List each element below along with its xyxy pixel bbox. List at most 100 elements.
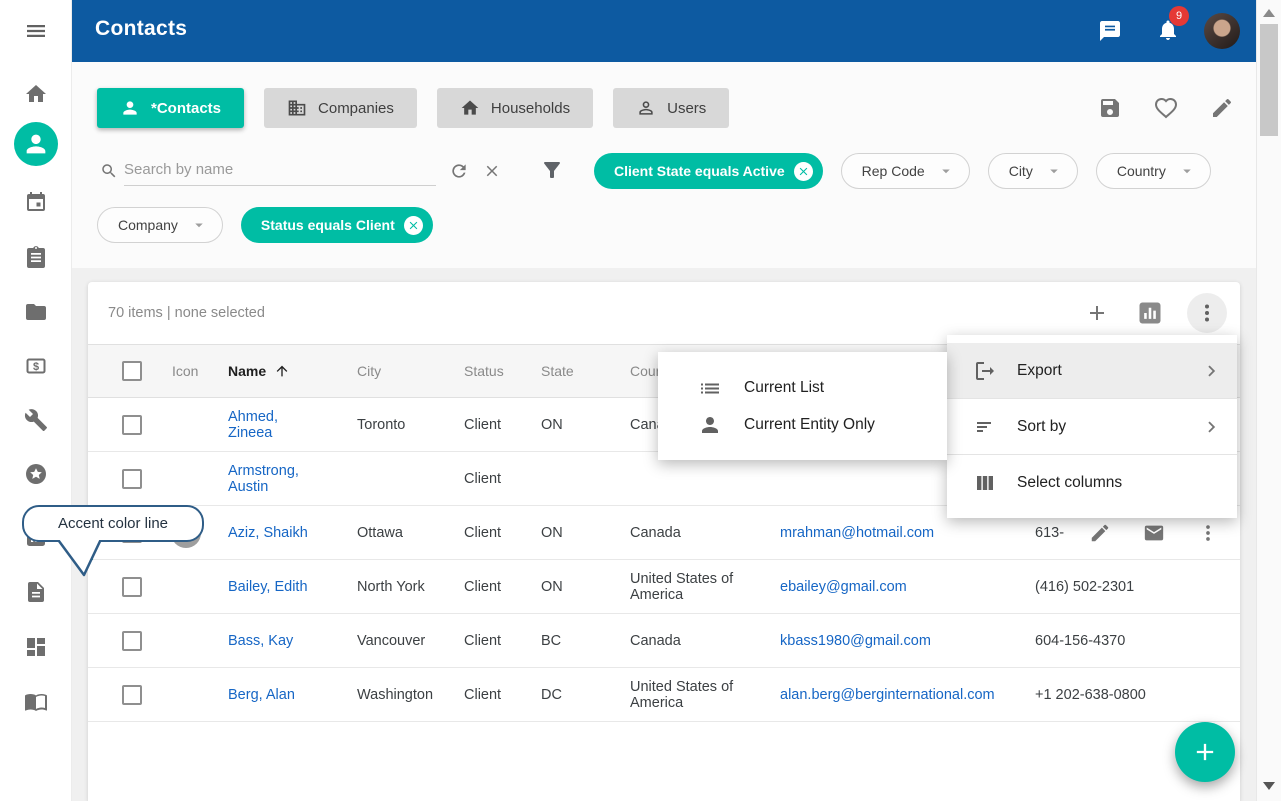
submenu-item-current-list[interactable]: Current List <box>658 369 947 406</box>
export-icon <box>973 359 997 383</box>
cell-city: Vancouver <box>357 633 464 649</box>
filter-chip-status-equals-client[interactable]: Status equals Client <box>241 207 433 243</box>
row-checkbox[interactable] <box>122 631 142 651</box>
column-header-name[interactable]: Name <box>228 363 357 379</box>
filter-chip-client-state-equals-active[interactable]: Client State equals Active <box>594 153 823 189</box>
column-header-icon[interactable]: Icon <box>172 363 228 379</box>
contact-name-link[interactable]: Berg, Alan <box>228 687 295 703</box>
sidebar-item-tasks[interactable] <box>0 240 72 274</box>
filter-panel: *Contacts Companies Households Users Client… <box>72 62 1256 268</box>
dots-vertical-icon <box>1195 301 1219 325</box>
tab-households[interactable]: Households <box>437 88 593 128</box>
remove-filter-icon[interactable] <box>404 216 423 235</box>
refresh-icon[interactable] <box>449 161 469 181</box>
search-input[interactable] <box>124 154 436 186</box>
row-more-button[interactable] <box>1197 522 1219 544</box>
building-icon <box>287 98 307 118</box>
more-options-button[interactable] <box>1187 293 1227 333</box>
save-button[interactable] <box>1098 96 1122 120</box>
cell-email: alan.berg@berginternational.com <box>780 687 1035 703</box>
edit-button[interactable] <box>1210 96 1234 120</box>
cell-country: United States of America <box>630 679 780 711</box>
tab-companies[interactable]: Companies <box>264 88 417 128</box>
chip-label: Status equals Client <box>261 217 395 233</box>
sort-arrow-up-icon <box>274 363 290 379</box>
email-row-button[interactable] <box>1143 522 1165 544</box>
sidebar-item-home[interactable] <box>0 77 72 111</box>
column-header-status[interactable]: Status <box>464 363 541 379</box>
dashboard-icon <box>24 635 48 659</box>
contact-name-link[interactable]: Armstrong, Austin <box>228 463 320 495</box>
chip-label: Country <box>1117 163 1166 179</box>
cell-city: Washington <box>357 687 464 703</box>
row-checkbox[interactable] <box>122 415 142 435</box>
submenu-item-current-entity-only[interactable]: Current Entity Only <box>658 406 947 443</box>
menu-item-select-columns[interactable]: Select columns <box>947 455 1237 510</box>
sidebar-item-directory[interactable] <box>0 685 72 719</box>
scroll-thumb[interactable] <box>1260 24 1278 136</box>
filter-funnel-icon[interactable] <box>540 158 564 182</box>
chart-view-icon[interactable] <box>1136 299 1164 327</box>
clear-search-icon[interactable] <box>483 162 501 180</box>
cell-email: mrahman@hotmail.com <box>780 525 1035 541</box>
contact-name-link[interactable]: Bailey, Edith <box>228 579 308 595</box>
user-avatar[interactable] <box>1204 13 1240 49</box>
contact-name-link[interactable]: Ahmed, Zineea <box>228 409 320 441</box>
search-icon <box>100 162 118 180</box>
add-contact-fab[interactable] <box>1175 722 1235 782</box>
sidebar-item-dashboard[interactable] <box>0 630 72 664</box>
plus-icon <box>1191 738 1219 766</box>
sidebar-item-tools[interactable] <box>0 403 72 437</box>
page-scrollbar[interactable] <box>1256 0 1281 801</box>
table-row[interactable]: Berg, AlanWashingtonClientDCUnited State… <box>88 668 1240 722</box>
column-header-state[interactable]: State <box>541 363 630 379</box>
cell-state: BC <box>541 633 630 649</box>
menu-item-sort-by[interactable]: Sort by <box>947 399 1237 454</box>
filter-chips-row-2: Company Status equals Client <box>97 207 433 243</box>
active-indicator <box>14 122 58 166</box>
scroll-down-arrow[interactable] <box>1263 782 1275 790</box>
filter-dropdown-city[interactable]: City <box>988 153 1078 189</box>
column-header-city[interactable]: City <box>357 363 464 379</box>
contact-name-link[interactable]: Aziz, Shaikh <box>228 525 308 541</box>
table-row[interactable]: Bass, KayVancouverClientBCCanadakbass198… <box>88 614 1240 668</box>
cell-status: Client <box>464 633 541 649</box>
cell-status: Client <box>464 417 541 433</box>
email-link[interactable]: ebailey@gmail.com <box>780 579 907 595</box>
edit-row-button[interactable] <box>1089 522 1111 544</box>
tab-contacts[interactable]: *Contacts <box>97 88 244 128</box>
filter-dropdown-rep-code[interactable]: Rep Code <box>841 153 970 189</box>
row-checkbox[interactable] <box>122 469 142 489</box>
favorite-button[interactable] <box>1154 96 1178 120</box>
row-checkbox[interactable] <box>122 685 142 705</box>
filter-dropdown-country[interactable]: Country <box>1096 153 1211 189</box>
table-row[interactable]: Bailey, EdithNorth YorkClientONUnited St… <box>88 560 1240 614</box>
email-link[interactable]: kbass1980@gmail.com <box>780 633 931 649</box>
remove-filter-icon[interactable] <box>794 162 813 181</box>
menu-item-export[interactable]: Export <box>947 343 1237 398</box>
chat-icon[interactable] <box>1098 19 1122 43</box>
export-submenu: Current ListCurrent Entity Only <box>658 352 947 460</box>
chip-label: City <box>1009 163 1033 179</box>
cell-status: Client <box>464 687 541 703</box>
menu-icon[interactable] <box>22 19 50 43</box>
chevron-right-icon <box>1201 416 1223 438</box>
svg-text:$: $ <box>33 361 39 373</box>
sidebar-item-files[interactable] <box>0 295 72 329</box>
email-link[interactable]: mrahman@hotmail.com <box>780 525 934 541</box>
sidebar-item-contacts[interactable] <box>0 122 72 166</box>
cell-city: Ottawa <box>357 525 464 541</box>
book-icon <box>24 690 48 714</box>
sidebar-item-billing[interactable]: $ <box>0 349 72 383</box>
row-checkbox[interactable] <box>122 577 142 597</box>
cell-status: Client <box>464 471 541 487</box>
filter-dropdown-company[interactable]: Company <box>97 207 223 243</box>
email-link[interactable]: alan.berg@berginternational.com <box>780 687 995 703</box>
add-icon[interactable] <box>1085 301 1109 325</box>
sidebar-item-calendar[interactable] <box>0 185 72 219</box>
contact-name-link[interactable]: Bass, Kay <box>228 633 293 649</box>
sidebar-item-favorites[interactable] <box>0 457 72 491</box>
scroll-up-arrow[interactable] <box>1263 9 1275 17</box>
tab-users[interactable]: Users <box>613 88 729 128</box>
select-all-checkbox[interactable] <box>122 361 142 381</box>
